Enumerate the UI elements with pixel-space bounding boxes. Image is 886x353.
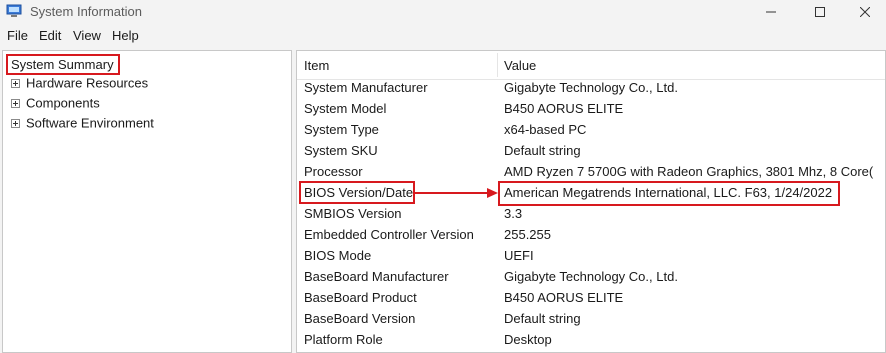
expand-icon[interactable] xyxy=(11,99,20,109)
row-value: Gigabyte Technology Co., Ltd. xyxy=(504,269,678,284)
arrow-right-icon xyxy=(415,188,498,198)
row-value: x64-based PC xyxy=(504,122,587,137)
row-item: Embedded Controller Version xyxy=(304,227,474,242)
tree-item-label: Software Environment xyxy=(26,115,154,131)
row-item: BaseBoard Version xyxy=(304,311,416,326)
menu-view[interactable]: View xyxy=(73,28,101,43)
row-item: System SKU xyxy=(304,143,378,158)
row-value: Default string xyxy=(504,311,581,326)
category-tree: System Summary Hardware Resources Compon… xyxy=(2,50,292,353)
table-row[interactable]: BaseBoard Manufacturer Gigabyte Technolo… xyxy=(297,267,885,288)
system-information-app-icon xyxy=(6,4,22,17)
window-title: System Information xyxy=(30,4,142,19)
table-row[interactable]: Platform Role Desktop xyxy=(297,330,885,351)
row-item: System Type xyxy=(304,122,379,137)
maximize-icon xyxy=(815,7,825,17)
table-row[interactable]: Embedded Controller Version 255.255 xyxy=(297,225,885,246)
close-icon xyxy=(860,7,870,17)
row-item: SMBIOS Version xyxy=(304,206,402,221)
row-item: Processor xyxy=(304,164,363,179)
list-header: Item Value xyxy=(297,51,885,80)
row-value: Desktop xyxy=(504,332,552,347)
expand-icon[interactable] xyxy=(11,79,20,89)
column-header-value[interactable]: Value xyxy=(504,58,536,73)
row-item: System Manufacturer xyxy=(304,80,428,95)
menu-edit[interactable]: Edit xyxy=(39,28,61,43)
maximize-button[interactable] xyxy=(797,0,843,24)
table-row[interactable]: BaseBoard Version Default string xyxy=(297,309,885,330)
row-value: B450 AORUS ELITE xyxy=(504,101,624,116)
expand-icon[interactable] xyxy=(11,119,20,129)
row-value: Gigabyte Technology Co., Ltd. xyxy=(504,80,678,95)
row-item: System Model xyxy=(304,101,387,116)
table-row[interactable]: Processor AMD Ryzen 7 5700G with Radeon … xyxy=(297,162,885,183)
row-item: BaseBoard Product xyxy=(304,290,417,305)
menu-file[interactable]: File xyxy=(7,28,28,43)
minimize-icon xyxy=(766,11,776,13)
tree-item-components[interactable]: Components xyxy=(11,94,100,112)
row-item: BaseBoard Manufacturer xyxy=(304,269,449,284)
tree-item-hardware-resources[interactable]: Hardware Resources xyxy=(11,74,148,92)
row-value: Default string xyxy=(504,143,581,158)
menu-bar: File Edit View Help xyxy=(0,26,886,46)
row-value: 255.255 xyxy=(504,227,551,242)
close-button[interactable] xyxy=(842,0,886,24)
table-row[interactable]: System SKU Default string xyxy=(297,141,885,162)
row-value: UEFI xyxy=(504,248,534,263)
table-row[interactable]: SMBIOS Version 3.3 xyxy=(297,204,885,225)
row-item: BIOS Mode xyxy=(304,248,372,263)
tree-item-label: Hardware Resources xyxy=(26,75,149,91)
title-bar: System Information xyxy=(0,0,886,24)
column-divider[interactable] xyxy=(497,53,498,77)
column-header-item[interactable]: Item xyxy=(304,58,329,73)
highlight-box-bios-value xyxy=(498,181,840,206)
minimize-button[interactable] xyxy=(748,0,794,24)
table-row[interactable]: System Model B450 AORUS ELITE xyxy=(297,99,885,120)
table-row[interactable]: System Manufacturer Gigabyte Technology … xyxy=(297,78,885,99)
menu-help[interactable]: Help xyxy=(112,28,139,43)
tree-item-system-summary[interactable]: System Summary xyxy=(6,54,120,75)
row-value: B450 AORUS ELITE xyxy=(504,290,624,305)
table-row[interactable]: BaseBoard Product B450 AORUS ELITE xyxy=(297,288,885,309)
row-value: 3.3 xyxy=(504,206,523,221)
tree-item-label: Components xyxy=(26,95,100,111)
highlight-box-bios-label xyxy=(299,181,415,204)
row-item: Platform Role xyxy=(304,332,383,347)
table-row[interactable]: System Type x64-based PC xyxy=(297,120,885,141)
table-row[interactable]: BIOS Mode UEFI xyxy=(297,246,885,267)
row-value: AMD Ryzen 7 5700G with Radeon Graphics, … xyxy=(504,164,874,179)
tree-item-software-environment[interactable]: Software Environment xyxy=(11,114,154,132)
